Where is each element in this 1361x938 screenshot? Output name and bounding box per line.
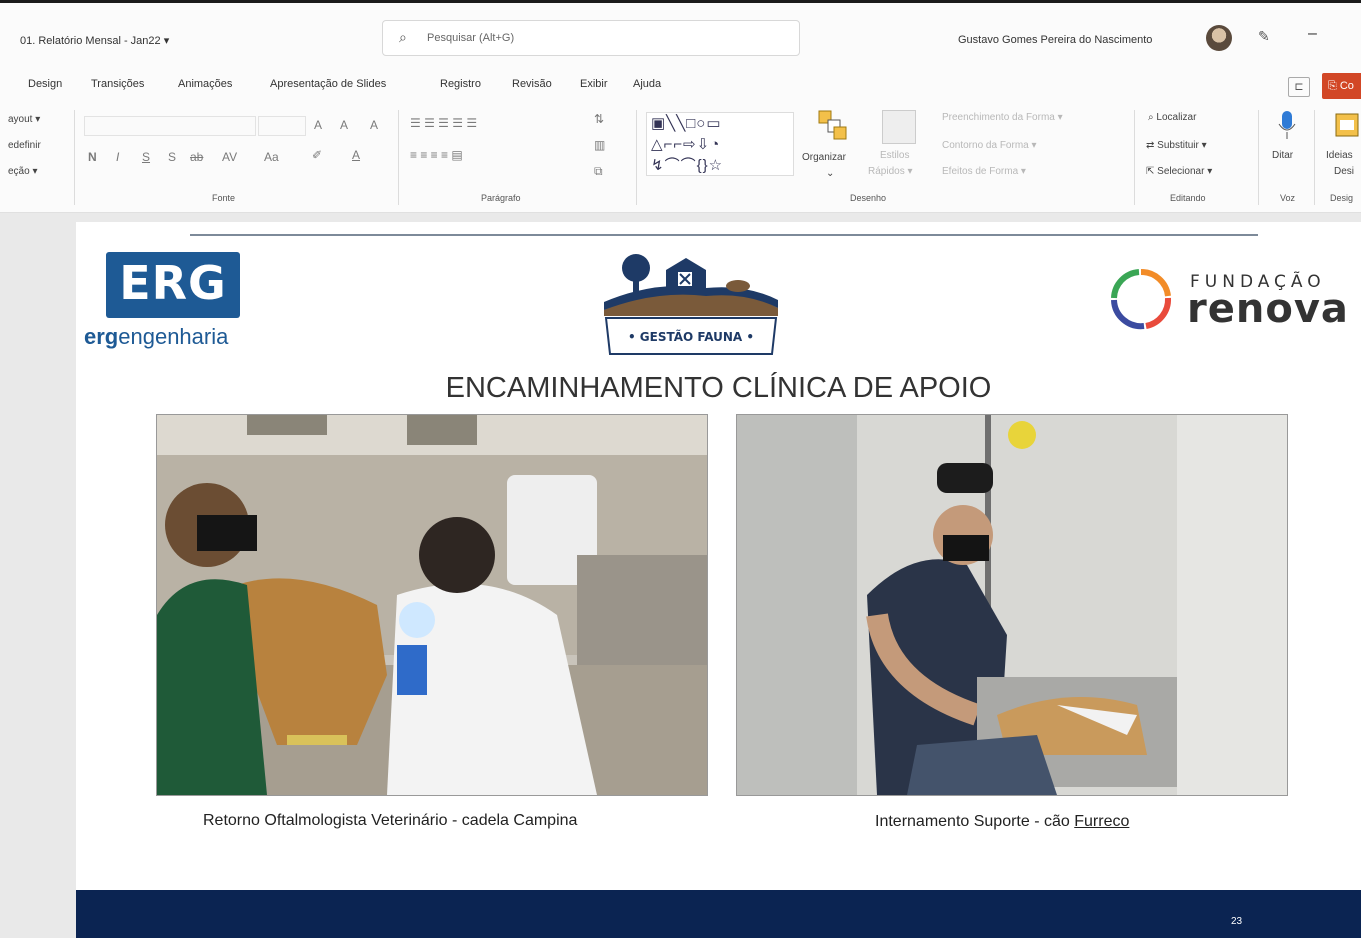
slide-page-number: 23	[1231, 916, 1243, 927]
editing-group-label: Editando	[1170, 193, 1206, 203]
slide-title[interactable]: ENCAMINHAMENTO CLÍNICA DE APOIO	[76, 372, 1361, 405]
smartart-icon[interactable]: ⧉	[594, 164, 603, 179]
bold-button[interactable]: N	[88, 150, 97, 164]
shrink-font-button[interactable]: A	[340, 118, 348, 132]
paragraph-group-label: Parágrafo	[481, 193, 521, 203]
tab-revisao[interactable]: Revisão	[512, 78, 552, 90]
divider	[1258, 110, 1259, 205]
replace-label: Substituir ▾	[1157, 140, 1207, 151]
fauna-label: • GESTÃO FAUNA •	[628, 329, 754, 344]
document-title[interactable]: 01. Relatório Mensal - Jan22 ▾	[20, 34, 169, 47]
user-name[interactable]: Gustavo Gomes Pereira do Nascimento	[958, 34, 1152, 46]
tab-animacoes[interactable]: Animações	[178, 78, 232, 90]
search-placeholder: Pesquisar (Alt+G)	[427, 32, 515, 44]
align-text-icon[interactable]: ▥	[594, 138, 605, 152]
search-icon: ⌕	[399, 29, 407, 45]
share-label: Co	[1339, 80, 1354, 92]
divider	[1314, 110, 1315, 205]
quick-styles-label-2: Rápidos ▾	[868, 166, 913, 177]
shape-outline-button[interactable]: Contorno da Forma ▾	[942, 140, 1037, 151]
divider	[1134, 110, 1135, 205]
erg-sub-bold: erg	[84, 324, 119, 349]
erg-sub-rest: engenharia	[118, 324, 229, 349]
tab-registro[interactable]: Registro	[440, 78, 481, 90]
shadow-button[interactable]: S	[168, 150, 176, 164]
reset-button[interactable]: edefinir	[8, 140, 41, 151]
designer-group-label: Desig	[1330, 193, 1354, 203]
font-group-label: Fonte	[212, 193, 236, 203]
caption-right[interactable]: Internamento Suporte - cão Furreco	[875, 813, 1129, 831]
organize-chevron-icon: ⌄	[826, 168, 835, 179]
pen-icon[interactable]: ✎	[1258, 28, 1270, 45]
tab-apresentacao[interactable]: Apresentação de Slides	[270, 78, 386, 90]
search-box[interactable]: ⌕ Pesquisar (Alt+G)	[382, 20, 800, 56]
cursor-icon: ⇱	[1146, 166, 1158, 177]
ideas-button[interactable]: Ideias	[1326, 150, 1353, 161]
organize-icon[interactable]	[818, 110, 848, 140]
ribbon-tabs: Design Transições Animações Apresentação…	[0, 65, 1361, 105]
organize-label[interactable]: Organizar	[802, 152, 846, 163]
layout-button[interactable]: ayout ▾	[8, 114, 40, 125]
microphone-icon[interactable]	[1277, 110, 1297, 140]
renova-logo	[1104, 266, 1178, 332]
font-size-select[interactable]	[258, 116, 306, 136]
gestao-fauna-logo: • GESTÃO FAUNA •	[596, 250, 786, 362]
divider	[636, 110, 637, 205]
photo-vet-eye-exam[interactable]	[156, 414, 708, 796]
drawing-group-label: Desenho	[850, 193, 887, 203]
align-icons[interactable]: ≡ ≡ ≡ ≡ ▤	[410, 148, 463, 162]
erg-logo-text: ERG	[119, 256, 227, 310]
tab-exibir[interactable]: Exibir	[580, 78, 608, 90]
designer-icon[interactable]	[1334, 110, 1360, 140]
spacing-button[interactable]: AV	[222, 150, 237, 164]
font-color-icon[interactable]: A	[352, 148, 360, 162]
bullets-icon[interactable]: ☰ ☰ ☰ ☰ ☰	[410, 116, 477, 130]
shapes-gallery[interactable]: ▣╲╲□○▭ △⌐⌐⇨⇩◔ ↯⌒⌒{}☆	[646, 112, 794, 176]
highlight-icon[interactable]: ✐	[312, 148, 322, 162]
underline-button[interactable]: S	[142, 150, 150, 164]
font-name-select[interactable]	[84, 116, 256, 136]
section-button[interactable]: eção ▾	[8, 166, 37, 177]
comments-icon[interactable]: ⊏	[1288, 77, 1310, 97]
find-button[interactable]: ⌕ Localizar	[1148, 112, 1196, 123]
text-direction-icon[interactable]: ⇅	[594, 112, 604, 126]
select-button[interactable]: ⇱ Selecionar ▾	[1146, 166, 1212, 177]
tab-ajuda[interactable]: Ajuda	[633, 78, 661, 90]
tab-design[interactable]: Design	[28, 78, 62, 90]
select-label: Selecionar ▾	[1157, 166, 1213, 177]
avatar[interactable]	[1206, 25, 1232, 51]
slide-top-rule	[190, 234, 1258, 236]
italic-button[interactable]: I	[116, 150, 119, 164]
shape-effects-button[interactable]: Efeitos de Forma ▾	[942, 166, 1026, 177]
shape-fill-button[interactable]: Preenchimento da Forma ▾	[942, 112, 1063, 123]
divider	[74, 110, 75, 205]
caption-right-prefix: Internamento Suporte - cão	[875, 813, 1075, 830]
minimize-button[interactable]: –	[1308, 25, 1317, 43]
photo-hospitalization[interactable]	[736, 414, 1288, 796]
voice-group-label: Voz	[1280, 193, 1296, 203]
erg-subtitle: ergengenharia	[84, 324, 228, 350]
renova-name: renova	[1187, 286, 1349, 332]
ideas-label-2: Desi	[1334, 166, 1355, 177]
replace-button[interactable]: ⇄ Substituir ▾	[1146, 140, 1207, 151]
slide-footer-bar	[76, 890, 1361, 938]
caption-left[interactable]: Retorno Oftalmologista Veterinário - cad…	[203, 812, 577, 830]
tab-transicoes[interactable]: Transições	[91, 78, 144, 90]
replace-icon: ⇄	[1146, 140, 1158, 151]
clear-format-button[interactable]: A	[370, 118, 378, 132]
grow-font-button[interactable]: A	[314, 118, 322, 132]
quick-styles-label[interactable]: Estilos	[880, 150, 909, 161]
strikethrough-button[interactable]: ab	[190, 150, 203, 164]
caption-right-name: Furreco	[1074, 813, 1130, 830]
quick-styles-icon[interactable]	[882, 110, 916, 144]
case-button[interactable]: Aa	[264, 150, 279, 164]
divider	[398, 110, 399, 205]
dictate-button[interactable]: Ditar	[1272, 150, 1293, 161]
find-label: Localizar	[1156, 112, 1197, 123]
share-button[interactable]: ⎘ Co	[1322, 73, 1361, 99]
